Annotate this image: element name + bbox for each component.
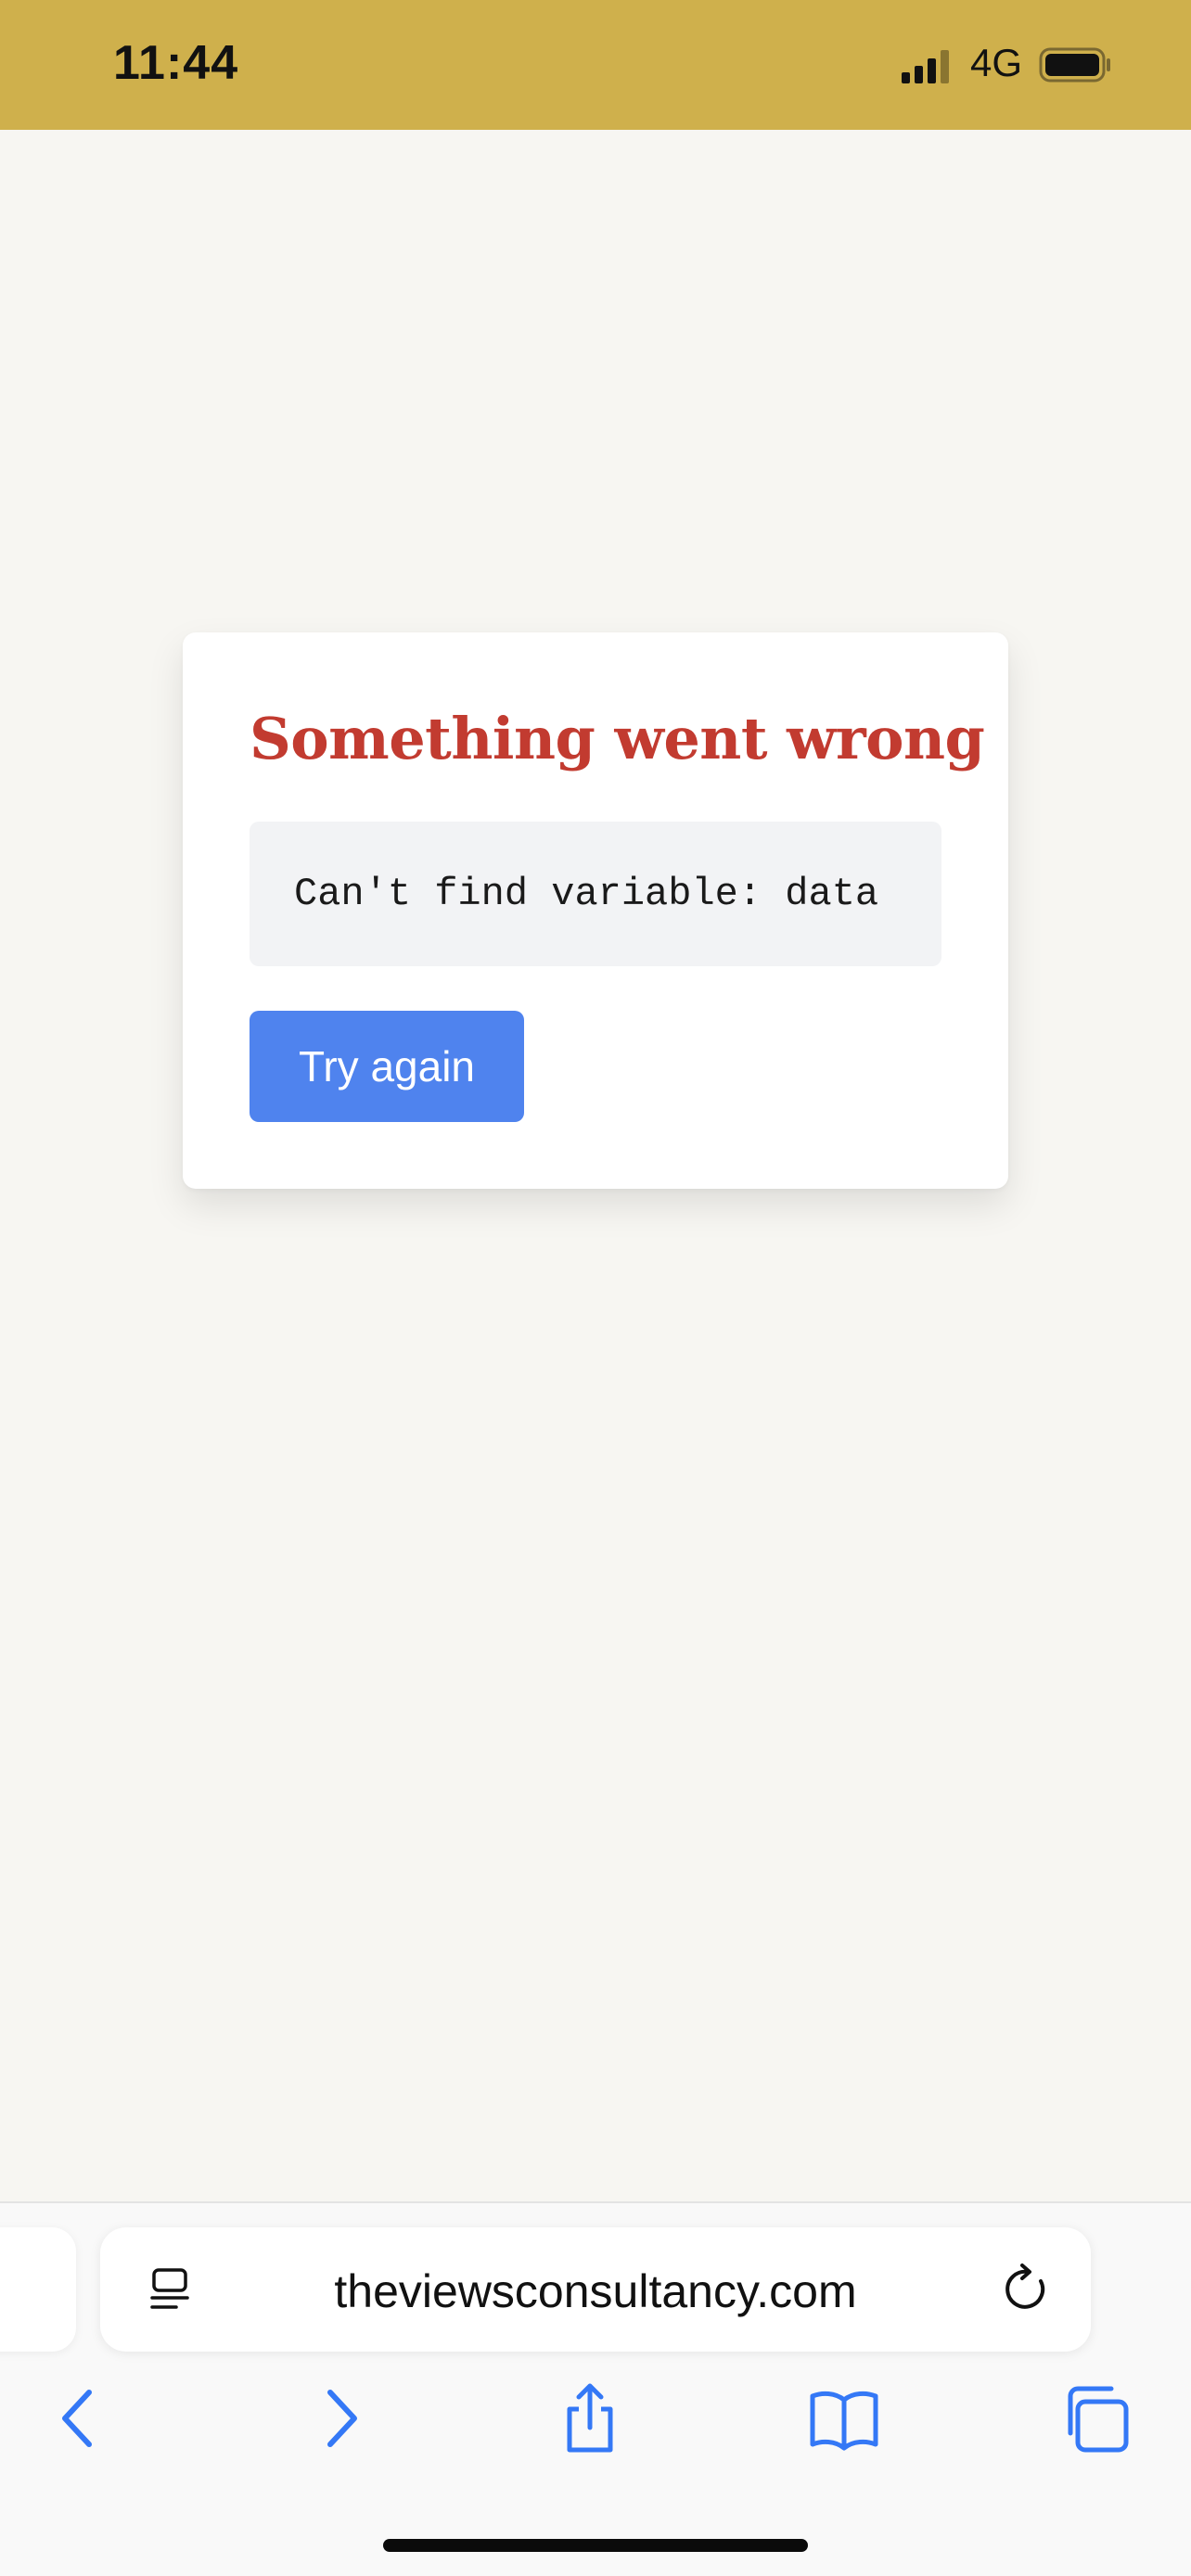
address-bar[interactable]: theviewsconsultancy.com (100, 2227, 1091, 2352)
tabs-icon[interactable] (1059, 2381, 1133, 2455)
back-icon[interactable] (43, 2381, 117, 2455)
share-icon[interactable] (553, 2381, 627, 2455)
status-bar: 11:44 4G (0, 0, 1191, 130)
url-text: theviewsconsultancy.com (334, 2265, 857, 2317)
error-title: Something went wrong (250, 705, 985, 772)
error-card: Something went wrong Can't find variable… (183, 632, 1008, 1189)
bookmarks-icon[interactable] (807, 2381, 881, 2455)
reload-icon[interactable] (1000, 2263, 1054, 2316)
try-again-button[interactable]: Try again (250, 1011, 524, 1122)
previous-tab-card[interactable] (0, 2227, 76, 2352)
home-indicator[interactable] (383, 2539, 808, 2552)
cellular-signal-icon (902, 50, 949, 83)
network-type: 4G (970, 41, 1023, 84)
browser-toolbar: theviewsconsultancy.com (0, 2201, 1191, 2576)
status-time: 11:44 (113, 36, 239, 90)
forward-icon[interactable] (302, 2381, 377, 2455)
error-message-box: Can't find variable: data (250, 822, 941, 966)
battery-icon (1039, 47, 1110, 83)
error-message: Can't find variable: data (294, 872, 879, 916)
